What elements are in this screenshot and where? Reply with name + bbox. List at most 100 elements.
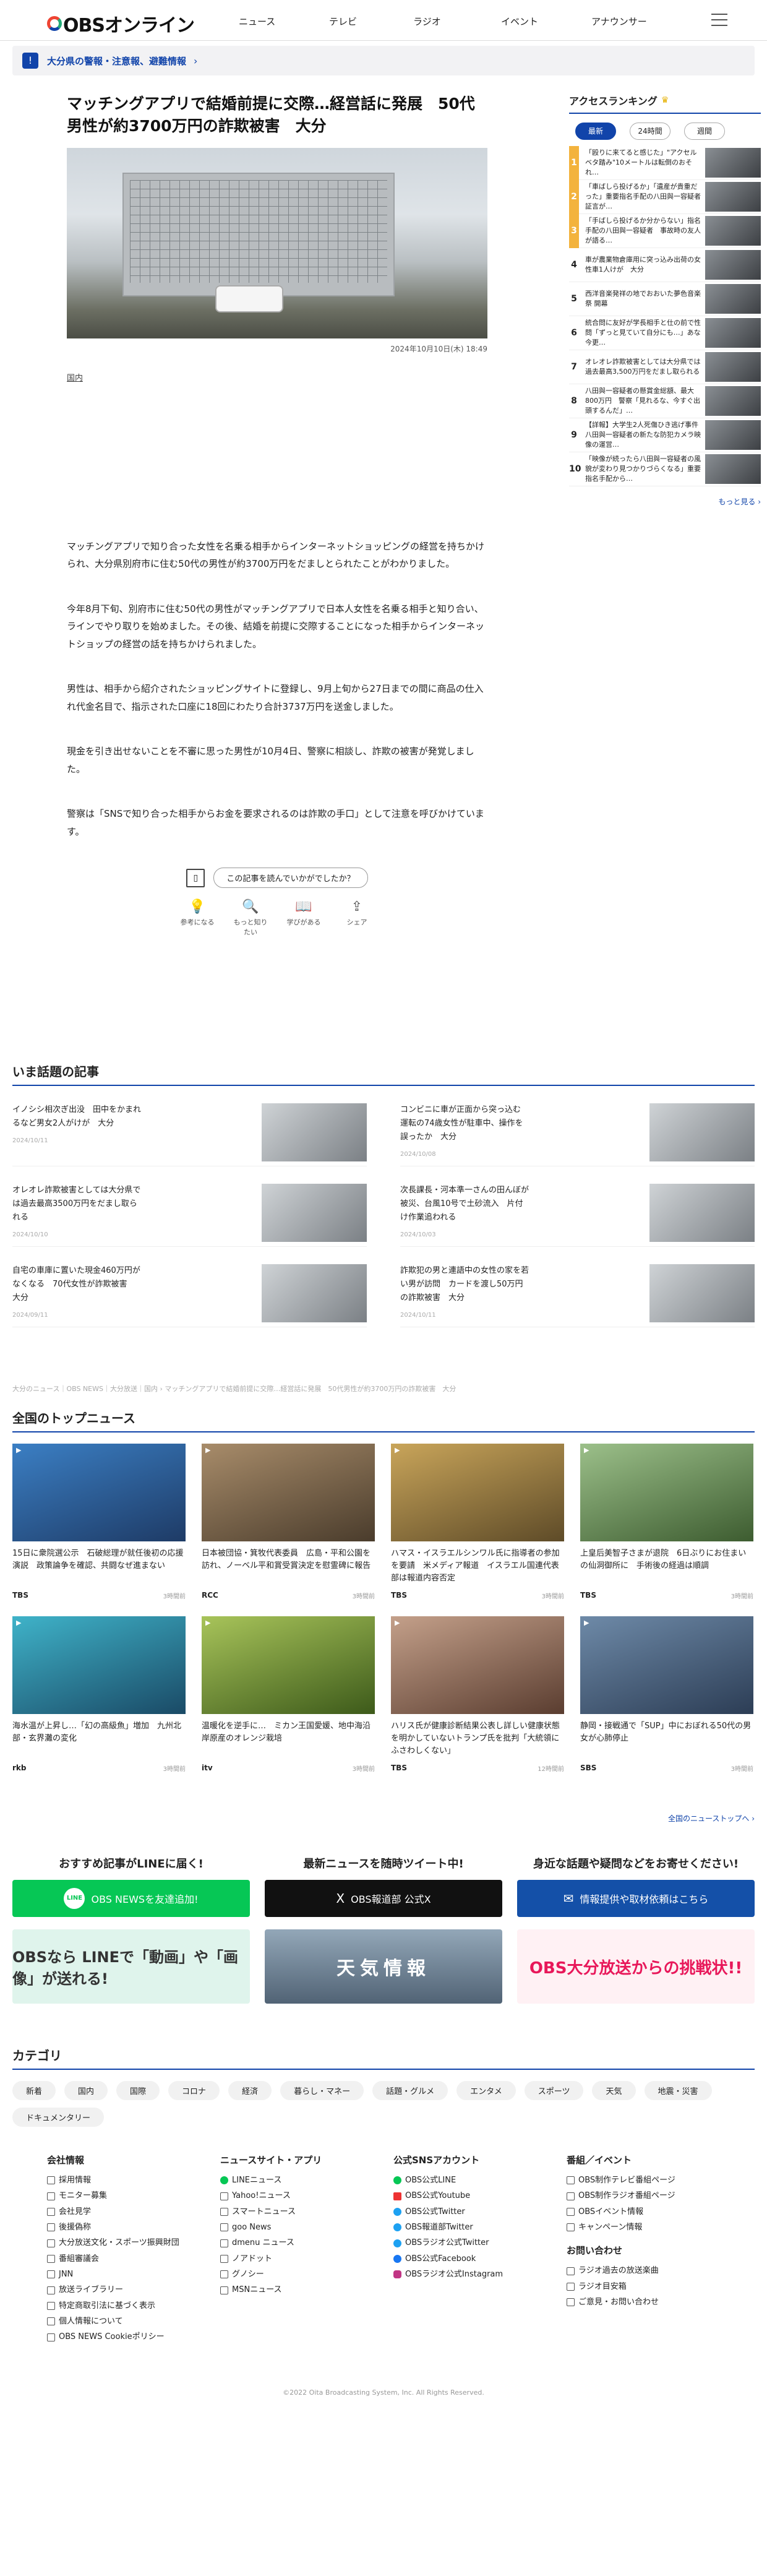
category-chip[interactable]: エンタメ [456, 2081, 516, 2100]
footer-link[interactable]: OBS報道部Twitter [393, 2220, 567, 2235]
reaction-button-0[interactable]: 💡 参考になる [179, 899, 216, 937]
footer-link[interactable]: OBSラジオ公式Twitter [393, 2235, 567, 2251]
nav-item-1[interactable]: テレビ [329, 15, 357, 28]
footer-link[interactable]: 会社見学 [47, 2204, 220, 2220]
breadcrumb[interactable]: 大分のニュース｜OBS NEWS｜大分放送｜国内 › マッチングアプリで結婚前提… [12, 1384, 755, 1394]
ranking-item[interactable]: 10 「映像が続ったら八田與一容疑者の風貌が変わり見つかりづらくなる」重要指名手配… [569, 452, 761, 486]
footer-link[interactable]: 採用情報 [47, 2173, 220, 2188]
hamburger-menu-icon[interactable] [711, 14, 727, 26]
nav-item-2[interactable]: ラジオ [413, 15, 441, 28]
nav-item-4[interactable]: アナウンサー [591, 15, 647, 28]
top-news-item[interactable]: ハリス氏が健康診断結果公表し詳しい健康状態を明かしていないトランプ氏を批判「大統… [391, 1616, 564, 1773]
footer-link[interactable]: 個人情報について [47, 2314, 220, 2329]
footer-link[interactable]: MSNニュース [220, 2282, 393, 2298]
ranking-tab-1[interactable]: 24時間 [630, 123, 671, 140]
category-chip[interactable]: 天気 [592, 2081, 636, 2100]
footer-link[interactable]: ラジオ目安箱 [567, 2279, 727, 2294]
footer-link[interactable]: dmenu ニュース [220, 2235, 393, 2251]
nav-item-0[interactable]: ニュース [239, 15, 275, 28]
link-icon [47, 2192, 55, 2200]
footer-link[interactable]: グノシー [220, 2267, 393, 2282]
footer-link[interactable]: LINEニュース [220, 2173, 393, 2188]
top-news-item[interactable]: 海水温が上昇し…「幻の高級魚」増加 九州北部・玄界灘の変化 rkb 3時間前 [12, 1616, 186, 1773]
weather-alert-banner[interactable]: ! 大分県の警報・注意報、避難情報 › [12, 46, 755, 75]
top-news-item[interactable]: 日本被団協・箕牧代表委員 広島・平和公園を訪れ、ノーベル平和賞受賞決定を慰霊碑に… [202, 1444, 375, 1600]
line-promo-button[interactable]: LINE OBS NEWSを友達追加! [12, 1880, 250, 1917]
news-title: 上皇后美智子さまが退院 6日ぶりにお住まいの仙洞御所に 手術後の経過は順調 [580, 1549, 747, 1571]
ranking-item[interactable]: 1 「殴りに来てると感じた」"アクセルベタ踏み"10メートルは転倒のおそれ… [569, 145, 761, 180]
ranking-item[interactable]: 3 「手ばしら投げるか分からない」指名手配の八田與一容疑者 事故時の友人が語る… [569, 213, 761, 248]
line-promo: おすすめ記事がLINEに届く! LINE OBS NEWSを友達追加! OBSなら L… [12, 1855, 250, 2004]
category-chip[interactable]: 地震・災害 [644, 2081, 712, 2100]
footer-link[interactable]: OBS公式Twitter [393, 2204, 567, 2220]
x-promo-button[interactable]: X OBS報道部 公式X [265, 1880, 502, 1917]
category-chip[interactable]: 国際 [116, 2081, 160, 2100]
category-chip[interactable]: 暮らし・マネー [280, 2081, 364, 2100]
top-news-item[interactable]: 15日に衆院選公示 石破総理が就任後初の応援演説 政策論争を確認、共闘なぜ進まな… [12, 1444, 186, 1600]
ranking-item[interactable]: 4 車が農業物倉庫用に突っ込み出荷の女性車1人けが 大分 [569, 248, 761, 282]
footer-link[interactable]: OBS制作テレビ番組ページ [567, 2173, 727, 2188]
article-survey: ▯ この記事を読んでいかがでしたか？ [67, 868, 487, 888]
ranking-more-link[interactable]: もっと見る › [569, 496, 761, 507]
ranking-item[interactable]: 5 西洋音楽発祥の地でおおいた夢色音楽祭 開幕 [569, 282, 761, 316]
footer-link[interactable]: キャンペーン情報 [567, 2220, 727, 2235]
footer-link[interactable]: JNN [47, 2267, 220, 2282]
promo-banner[interactable]: OBSなら LINEで「動画」や「画像」が送れる! [12, 1929, 250, 2004]
footer-link[interactable]: 放送ライブラリー [47, 2282, 220, 2298]
ranking-tab-0[interactable]: 最新 [575, 123, 616, 140]
footer-link[interactable]: 後援偽称 [47, 2220, 220, 2235]
trending-item[interactable]: 次長課長・河本準一さんの田んぼが被災、台風10号で土砂流入 片付け作業追われる 2… [400, 1166, 755, 1247]
footer-link[interactable]: OBSラジオ公式Instagram [393, 2267, 567, 2282]
link-icon [47, 2333, 55, 2341]
reaction-button-3[interactable]: ⇪ シェア [338, 899, 375, 937]
category-chip[interactable]: スポーツ [524, 2081, 584, 2100]
reaction-button-1[interactable]: 🔍 もっと知りたい [232, 899, 269, 937]
footer-link[interactable]: ノアドット [220, 2251, 393, 2267]
footer-link[interactable]: goo News [220, 2220, 393, 2235]
trending-item[interactable]: コンビニに車が正面から突っ込む 運転の74歳女性が駐車中、操作を誤ったか 大分 2… [400, 1086, 755, 1166]
article-category-link[interactable]: 国内 [67, 371, 487, 383]
promo-banner[interactable]: OBS大分放送からの挑戦状!! [517, 1929, 755, 2004]
ranking-item[interactable]: 2 「車ばしら投げるか」「遺産が貴重だった」重要指名手配の八田與一容疑者 証言が… [569, 179, 761, 214]
promo-banner[interactable]: 天気情報 [265, 1929, 502, 2004]
top-news-item[interactable]: ハマス・イスラエルシンワル氏に指導者の参加を要請 米メディア報道 イスラエル国連… [391, 1444, 564, 1600]
trending-item[interactable]: 詐欺犯の男と連語中の女性の家を若い男が訪問 カードを渡し50万円の詐欺被害 大分… [400, 1247, 755, 1327]
trending-item[interactable]: オレオレ詐欺被害としては大分県では過去最高3500万円をだまし取られる 2024/… [12, 1166, 367, 1247]
ranking-tab-2[interactable]: 週間 [684, 123, 725, 140]
footer-link[interactable]: OBSイベント情報 [567, 2204, 727, 2220]
footer-link[interactable]: OBS NEWS Cookieポリシー [47, 2329, 220, 2345]
footer-link[interactable]: OBS公式LINE [393, 2173, 567, 2188]
footer-link[interactable]: OBS公式Youtube [393, 2188, 567, 2203]
footer-link[interactable]: スマートニュース [220, 2204, 393, 2220]
footer-link[interactable]: Yahoo!ニュース [220, 2188, 393, 2203]
top-news-item[interactable]: 温暖化を逆手に… ミカン王国愛媛、地中海沿岸原産のオレンジ栽培 itv 3時間前 [202, 1616, 375, 1773]
ranking-item[interactable]: 8 八田與一容疑者の懸賞金総額、最大800万円 警察「見れるな、今すぐ出頭するんだ… [569, 384, 761, 418]
footer-link[interactable]: OBS制作ラジオ番組ページ [567, 2188, 727, 2203]
footer-link[interactable]: モニター募集 [47, 2188, 220, 2203]
ranking-item[interactable]: 9 【詳報】大学生2人死傷ひき逃げ事件 八田與一容疑者の新たな防犯カメラ映像の運営… [569, 418, 761, 452]
category-chip[interactable]: 話題・グルメ [372, 2081, 448, 2100]
site-logo[interactable]: OBSオンライン [47, 10, 195, 37]
category-chip[interactable]: ドキュメンタリー [12, 2108, 105, 2127]
footer-link[interactable]: 大分放送文化・スポーツ振興財団 [47, 2235, 220, 2251]
trending-item[interactable]: イノシシ相次ぎ出没 田中をかまれるなど男女2人がけが 大分 2024/10/11 [12, 1086, 367, 1166]
category-chip[interactable]: 新着 [12, 2081, 56, 2100]
footer-link[interactable]: 特定商取引法に基づく表示 [47, 2298, 220, 2314]
footer-link[interactable]: 番組審議会 [47, 2251, 220, 2267]
category-chip[interactable]: 国内 [64, 2081, 108, 2100]
tip-promo-button[interactable]: ✉ 情報提供や取材依頼はこちら [517, 1880, 755, 1917]
trending-thumbnail [262, 1184, 367, 1242]
category-chip[interactable]: コロナ [168, 2081, 220, 2100]
nav-item-3[interactable]: イベント [501, 15, 538, 28]
footer-link[interactable]: ラジオ過去の放送楽曲 [567, 2263, 727, 2278]
all-news-link[interactable]: 全国のニューストップへ › [12, 1813, 755, 1824]
category-chip[interactable]: 経済 [228, 2081, 272, 2100]
trending-item[interactable]: 自宅の車庫に置いた現金460万円がなくなる 70代女性が詐欺被害 大分 2024/… [12, 1247, 367, 1327]
footer-link[interactable]: ご意見・お問い合わせ [567, 2294, 727, 2310]
ranking-item[interactable]: 7 オレオレ詐欺被害としては大分県では過去最高3,500万円をだまし取られる [569, 350, 761, 384]
top-news-item[interactable]: 上皇后美智子さまが退院 6日ぶりにお住まいの仙洞御所に 手術後の経過は順調 TBS… [580, 1444, 753, 1600]
ranking-item[interactable]: 6 統合問に友好が学長相手と仕の前で性問「ずっと見ていて自分にも…」あな今更… [569, 316, 761, 350]
top-news-item[interactable]: 静岡・接戦通で「SUP」中におぼれる50代の男女が心肺停止 SBS 3時間前 [580, 1616, 753, 1773]
footer-link[interactable]: OBS公式Facebook [393, 2251, 567, 2267]
reaction-button-2[interactable]: 📖 学びがある [285, 899, 322, 937]
